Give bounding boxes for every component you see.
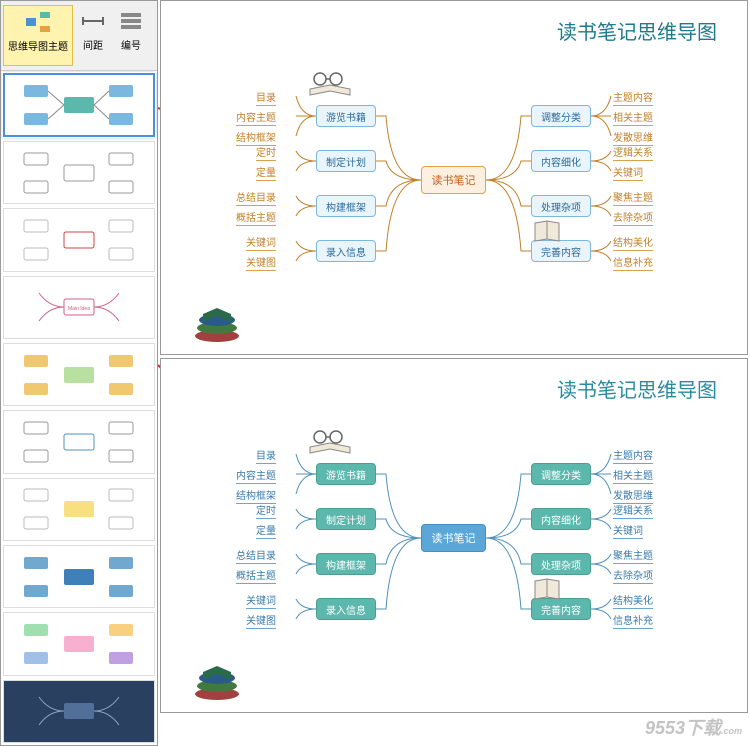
leaf[interactable]: 结构美化: [613, 234, 653, 251]
center-node[interactable]: 读书笔记: [421, 524, 486, 552]
thumb-preview: [9, 345, 149, 405]
ribbon-number-button[interactable]: 编号: [113, 5, 149, 66]
template-thumb[interactable]: [3, 343, 155, 406]
ribbon-spacing-button[interactable]: 间距: [75, 5, 111, 66]
mindmap-1: 读书笔记 游览书籍 目录 内容主题 结构框架 制定计划 定时 定量 构建框架 总…: [181, 61, 731, 321]
thumb-preview: [9, 143, 149, 203]
template-thumb[interactable]: [3, 141, 155, 204]
leaf[interactable]: 定时: [256, 144, 276, 161]
branch-node[interactable]: 游览书籍: [316, 105, 376, 127]
branch-node[interactable]: 处理杂项: [531, 195, 591, 217]
branch-node[interactable]: 内容细化: [531, 150, 591, 172]
branch-node[interactable]: 游览书籍: [316, 463, 376, 485]
leaf[interactable]: 定量: [256, 522, 276, 539]
mindmap-2: 读书笔记 游览书籍 目录 内容主题 结构框架 制定计划 定时 定量 构建框架 总…: [181, 419, 731, 679]
branch-node[interactable]: 录入信息: [316, 240, 376, 262]
svg-text:Main Idea: Main Idea: [68, 306, 90, 312]
thumb-preview: [9, 547, 149, 607]
leaf[interactable]: 关键词: [246, 234, 276, 251]
ribbon-label: 思维导图主题: [8, 38, 68, 53]
canvas-preview-1: 读书笔记思维导图 读书笔记 游览书籍 目录 内容主题 结构框架: [160, 0, 748, 355]
leaf[interactable]: 去除杂项: [613, 209, 653, 226]
leaf[interactable]: 信息补充: [613, 254, 653, 271]
leaf[interactable]: 相关主题: [613, 467, 653, 484]
template-thumb[interactable]: [3, 73, 155, 137]
leaf[interactable]: 关键词: [613, 522, 643, 539]
branch-node[interactable]: 构建框架: [316, 553, 376, 575]
canvas-title: 读书笔记思维导图: [557, 374, 717, 403]
branch-node[interactable]: 处理杂项: [531, 553, 591, 575]
leaf[interactable]: 结构美化: [613, 592, 653, 609]
books-stack-icon: [191, 296, 243, 344]
template-thumb[interactable]: [3, 680, 155, 743]
template-thumb[interactable]: [3, 545, 155, 608]
thumb-preview: [9, 479, 149, 539]
template-thumb[interactable]: [3, 208, 155, 271]
notebook-icon: [531, 577, 563, 603]
thumb-preview: [9, 75, 149, 135]
leaf[interactable]: 主题内容: [613, 447, 653, 464]
thumb-preview: [9, 681, 149, 741]
template-thumb[interactable]: [3, 612, 155, 675]
leaf[interactable]: 概括主题: [236, 567, 276, 584]
ribbon-toolbar: 思维导图主题 间距 编号: [1, 1, 157, 71]
branch-node[interactable]: 录入信息: [316, 598, 376, 620]
leaf[interactable]: 关键词: [613, 164, 643, 181]
glasses-book-icon: [306, 427, 354, 455]
number-icon: [117, 7, 145, 35]
ribbon-label: 间距: [83, 37, 103, 52]
thumb-preview: [9, 412, 149, 472]
leaf[interactable]: 信息补充: [613, 612, 653, 629]
leaf[interactable]: 逻辑关系: [613, 144, 653, 161]
ribbon-label: 编号: [121, 37, 141, 52]
leaf[interactable]: 主题内容: [613, 89, 653, 106]
leaf[interactable]: 概括主题: [236, 209, 276, 226]
branch-node[interactable]: 内容细化: [531, 508, 591, 530]
leaf[interactable]: 逻辑关系: [613, 502, 653, 519]
template-list[interactable]: Main Idea: [1, 71, 157, 745]
notebook-icon: [531, 219, 563, 245]
leaf[interactable]: 总结目录: [236, 189, 276, 206]
books-stack-icon: [191, 654, 243, 702]
canvas-title: 读书笔记思维导图: [557, 16, 717, 45]
template-thumb[interactable]: Main Idea: [3, 276, 155, 339]
leaf[interactable]: 内容主题: [236, 109, 276, 126]
center-node[interactable]: 读书笔记: [421, 166, 486, 194]
leaf[interactable]: 内容主题: [236, 467, 276, 484]
leaf[interactable]: 去除杂项: [613, 567, 653, 584]
template-thumb[interactable]: [3, 410, 155, 473]
leaf[interactable]: 定时: [256, 502, 276, 519]
leaf[interactable]: 关键图: [246, 612, 276, 629]
glasses-book-icon: [306, 69, 354, 97]
leaf[interactable]: 相关主题: [613, 109, 653, 126]
canvas-preview-2: 读书笔记思维导图 读书笔记 游览书籍 目录 内容主题 结构框架 制: [160, 358, 748, 713]
leaf[interactable]: 聚焦主题: [613, 547, 653, 564]
watermark: 9553下载.com: [645, 714, 742, 740]
template-thumb[interactable]: [3, 478, 155, 541]
leaf[interactable]: 目录: [256, 89, 276, 106]
thumb-preview: [9, 210, 149, 270]
leaf[interactable]: 定量: [256, 164, 276, 181]
branch-node[interactable]: 制定计划: [316, 508, 376, 530]
leaf[interactable]: 关键词: [246, 592, 276, 609]
leaf[interactable]: 目录: [256, 447, 276, 464]
leaf[interactable]: 总结目录: [236, 547, 276, 564]
branch-node[interactable]: 构建框架: [316, 195, 376, 217]
sidebar: 思维导图主题 间距 编号 Main Idea: [0, 0, 158, 746]
ribbon-theme-button[interactable]: 思维导图主题: [3, 5, 73, 66]
branch-node[interactable]: 制定计划: [316, 150, 376, 172]
branch-node[interactable]: 调整分类: [531, 105, 591, 127]
thumb-preview: Main Idea: [9, 277, 149, 337]
mindmap-theme-icon: [24, 8, 52, 36]
leaf[interactable]: 关键图: [246, 254, 276, 271]
thumb-preview: [9, 614, 149, 674]
spacing-icon: [79, 7, 107, 35]
branch-node[interactable]: 调整分类: [531, 463, 591, 485]
leaf[interactable]: 聚焦主题: [613, 189, 653, 206]
